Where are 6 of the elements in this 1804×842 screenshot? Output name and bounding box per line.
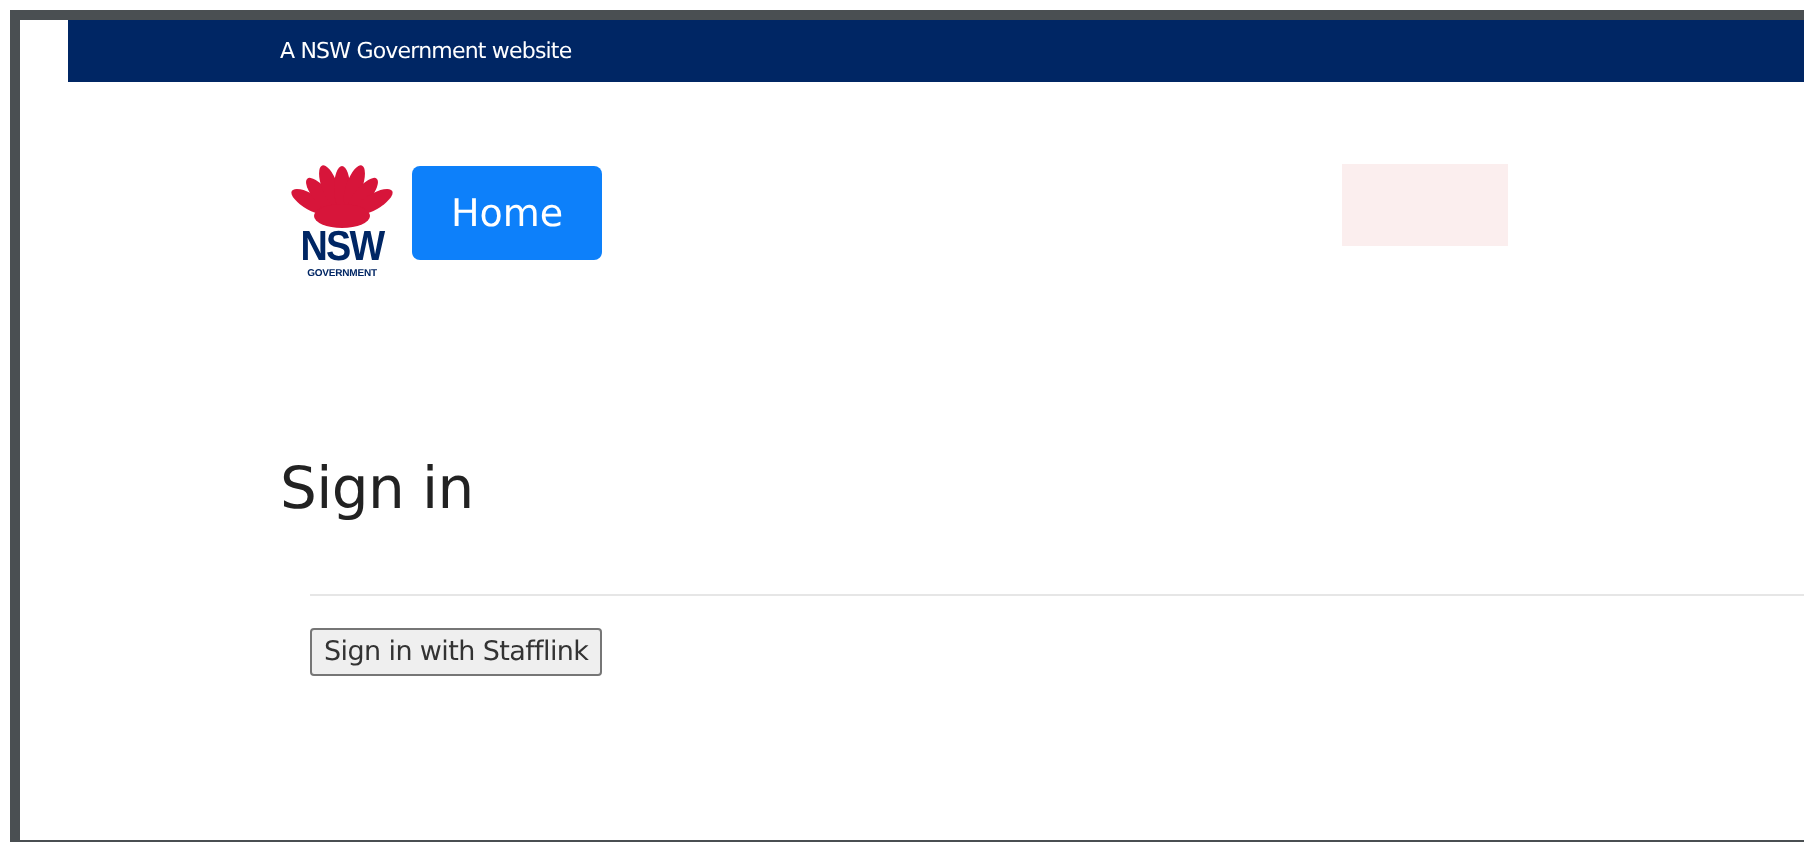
logo-wordmark: NSW (300, 228, 384, 268)
masthead-text: A NSW Government website (280, 38, 572, 64)
home-button[interactable]: Home (412, 166, 602, 260)
page-heading: Sign in (280, 454, 476, 522)
waratah-icon (286, 160, 398, 228)
sign-in-button[interactable]: Sign in with Stafflink (310, 628, 603, 676)
